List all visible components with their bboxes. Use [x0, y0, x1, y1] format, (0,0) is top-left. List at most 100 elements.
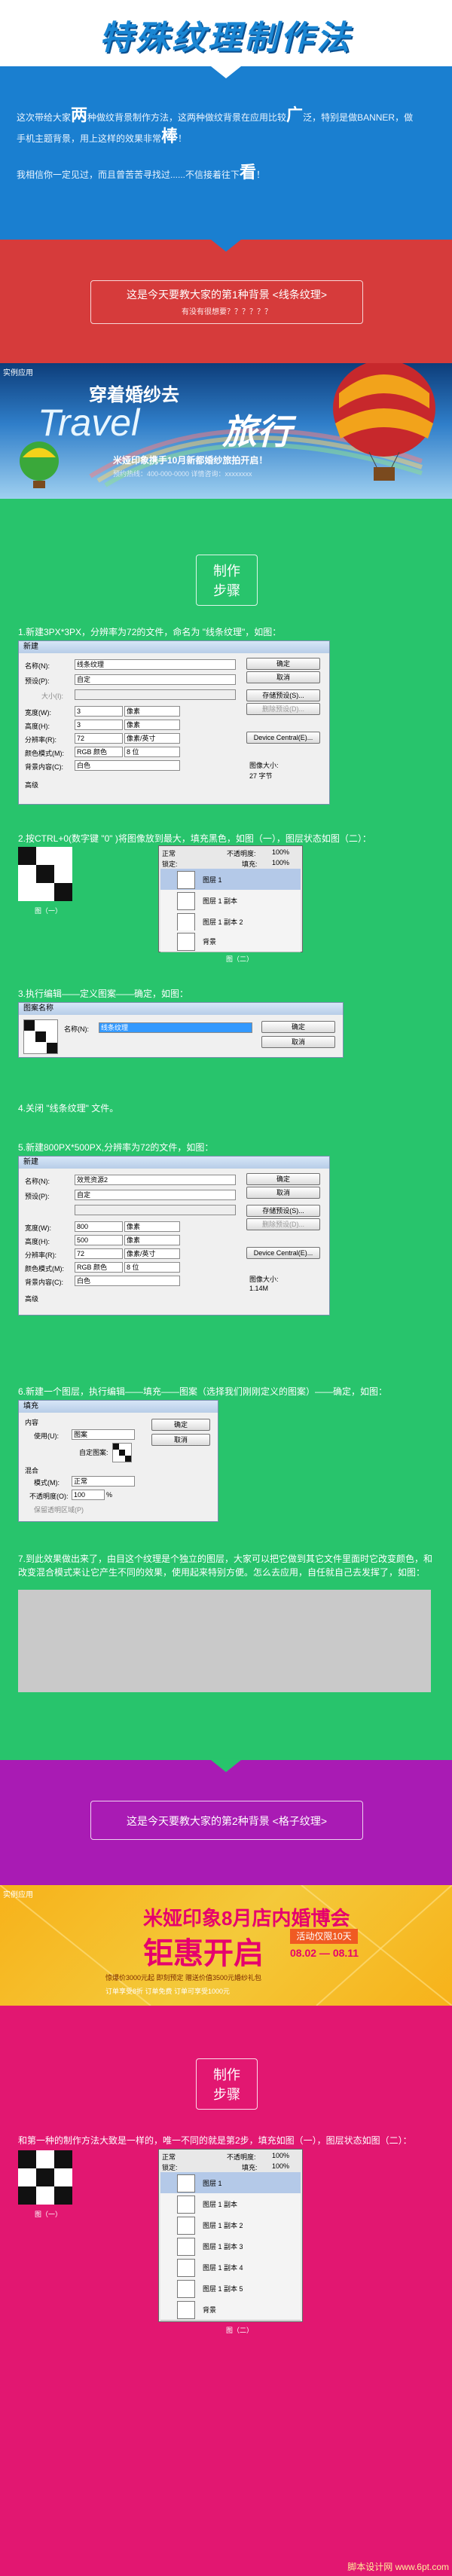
height-unit[interactable]: 像素	[124, 720, 180, 730]
layer-row[interactable]: 图层 1 副本	[160, 890, 301, 912]
intro-section: 这次带给大家两种做纹背景制作方法，这两种做纹背景在应用比较广泛，特别是做BANN…	[0, 66, 452, 240]
banner2-dates: 08.02 — 08.11	[290, 1947, 359, 1959]
ok-button[interactable]: 确定	[151, 1419, 210, 1431]
save-preset-button[interactable]: 存储预设(S)...	[246, 1205, 320, 1217]
layer-row[interactable]: 图层 1	[160, 869, 301, 891]
banner1-c5: 预约热线：400-000-0000 详情咨询：xxxxxxxx	[113, 470, 252, 478]
fig1-pixel-canvas	[18, 847, 72, 901]
bits-select[interactable]: 8 位	[124, 1262, 180, 1273]
advanced-toggle[interactable]: 高级	[25, 780, 38, 790]
height-input[interactable]: 500	[75, 1235, 123, 1245]
name-input[interactable]: 线条纹理	[75, 659, 236, 670]
intro-line-1: 这次带给大家两种做纹背景制作方法，这两种做纹背景在应用比较广泛，特别是做BANN…	[17, 105, 414, 124]
bits-select[interactable]: 8 位	[124, 747, 180, 757]
size-select[interactable]	[75, 689, 236, 700]
cancel-button[interactable]: 取消	[246, 671, 320, 683]
width-input[interactable]: 800	[75, 1221, 123, 1232]
intro-line-3: 我相信你一定见过，而且曾苦苦寻找过......不信接着往下看！	[17, 163, 266, 182]
mode-select[interactable]: RGB 颜色	[75, 747, 123, 757]
layer-row[interactable]: 背景	[160, 930, 301, 952]
cancel-button[interactable]: 取消	[261, 1036, 335, 1048]
preset-select[interactable]: 自定	[75, 674, 236, 685]
preserve-transparency-checkbox[interactable]: 保留透明区域(P)	[34, 1505, 84, 1514]
section1-line2: 有没有很想要？？？？？？	[182, 308, 272, 316]
ok-button[interactable]: 确定	[261, 1021, 335, 1033]
banner-wedding-expo: 实例应用 米娅印象8月店内婚博会 钜惠开启 活动仅限10天 08.02 — 08…	[0, 1885, 452, 2006]
new-dialog-2: 新建 名称(N): 效荒资源2 预设(P): 自定 宽度(W): 800 像素 …	[18, 1156, 330, 1316]
delete-preset-button[interactable]: 删除预设(D)...	[246, 1218, 320, 1230]
banner1-lvxing: 旅行	[222, 412, 292, 451]
step-5: 5.新建800PX*500PX,分辨率为72的文件，如图：	[18, 1142, 214, 1153]
steps-section: 制作 步骤 1.新建3PX*3PX，分辨率为72的文件，命名为 "线条纹理"，如…	[0, 499, 452, 1760]
step-7: 7.到此效果做出来了，由目这个纹理是个独立的图层，大家可以把它做到其它文件里面时…	[18, 1554, 433, 1578]
res-unit[interactable]: 像素/英寸	[124, 1248, 180, 1259]
dialog1-title: 新建	[19, 641, 329, 653]
section1-line1: 这是今天要教大家的第1种背景 <线条纹理>	[126, 289, 328, 301]
size-select[interactable]	[75, 1205, 236, 1215]
res-unit[interactable]: 像素/英寸	[124, 733, 180, 744]
pattern-name-dialog: 图案名称 名称(N): 线条纹理 确定 取消	[18, 1002, 344, 1058]
layer-row[interactable]: 图层 1	[160, 2172, 301, 2194]
step-1: 1.新建3PX*3PX，分辨率为72的文件，命名为 "线条纹理"，如图：	[18, 627, 282, 637]
height-input[interactable]: 3	[75, 720, 123, 730]
purple-notch	[211, 1760, 241, 1772]
layer-row[interactable]: 图层 1 副本 4	[160, 2257, 301, 2278]
banner2-tag: 实例应用	[3, 1891, 33, 1899]
new-dialog-1: 新建 名称(N): 线条纹理 预设(P): 自定 大小(I): 宽度(W): 3…	[18, 640, 330, 805]
layer-row[interactable]: 图层 1 副本 2	[160, 2214, 301, 2236]
preset-select[interactable]: 自定	[75, 1190, 236, 1200]
fig1-caption: 图（一）	[35, 907, 63, 915]
step-2: 2.按CTRL+0(数字键 "0" )将图像放到最大，填充黑色，如图（一），图层…	[18, 833, 371, 844]
cancel-button[interactable]: 取消	[151, 1434, 210, 1446]
section2-line1: 这是今天要教大家的第2种背景 <格子纹理>	[126, 1815, 328, 1827]
watermark: 脚本设计网 www.6pt.com	[347, 2562, 449, 2572]
device-central-button[interactable]: Device Central(E)...	[246, 732, 320, 744]
delete-preset-button[interactable]: 删除预设(D)...	[246, 703, 320, 715]
fill-use-select[interactable]: 图案	[72, 1429, 135, 1440]
layer-row[interactable]: 图层 1 副本	[160, 2193, 301, 2215]
layer-row[interactable]: 背景	[160, 2299, 301, 2321]
res-input[interactable]: 72	[75, 733, 123, 744]
pattern-thumb	[23, 1019, 58, 1054]
red-notch	[211, 240, 241, 252]
res-input[interactable]: 72	[75, 1248, 123, 1259]
section2-band: 这是今天要教大家的第2种背景 <格子纹理>	[0, 1760, 452, 1885]
bg-select[interactable]: 白色	[75, 760, 180, 771]
advanced-toggle[interactable]: 高级	[25, 1294, 38, 1303]
save-preset-button[interactable]: 存储预设(S)...	[246, 689, 320, 701]
step-4: 4.关闭 "线条纹理" 文件。	[18, 1103, 119, 1114]
banner2-badge: 活动仅限10天	[290, 1929, 358, 1944]
section1-box: 这是今天要教大家的第1种背景 <线条纹理> 有没有很想要？？？？？？	[90, 280, 363, 324]
name-input[interactable]: 效荒资源2	[75, 1175, 236, 1185]
custom-pattern-swatch[interactable]	[112, 1443, 132, 1462]
banner2-sub1: 惊爆价3000元起 即刻预定 赠送价值3500元婚纱礼包	[105, 1974, 262, 1982]
banner1-c4: 米娅印象携手10月新都婚纱旅拍开启！	[113, 455, 268, 466]
mode-select[interactable]: RGB 颜色	[75, 1262, 123, 1273]
pink-fig1-caption: 图（一）	[35, 2211, 63, 2218]
step-3: 3.执行编辑——定义图案——确定，如图：	[18, 989, 189, 999]
cancel-button[interactable]: 取消	[246, 1187, 320, 1199]
title-section: 特殊纹理制作法	[0, 0, 452, 66]
height-unit[interactable]: 像素	[124, 1235, 180, 1245]
bg-select[interactable]: 白色	[75, 1276, 180, 1286]
width-unit[interactable]: 像素	[124, 1221, 180, 1232]
layer-row[interactable]: 图层 1 副本 2	[160, 911, 301, 933]
banner1-travel: Travel	[38, 402, 140, 444]
steps2-section: 制作 步骤 和第一种的制作方法大致是一样的，唯一不同的就是第2步，填充如图（一）…	[0, 2006, 452, 2576]
banner2-sub2: 订单享受8折 订单免费 订单可享受1000元	[105, 1988, 231, 1995]
checker-canvas	[18, 2150, 72, 2205]
fill-mode-select[interactable]: 正常	[72, 1476, 135, 1487]
layer-row[interactable]: 图层 1 副本 5	[160, 2278, 301, 2299]
pattern-name-input[interactable]: 线条纹理	[99, 1022, 252, 1033]
steps2-title-box: 制作 步骤	[196, 2058, 258, 2110]
layer-row[interactable]: 图层 1 副本 3	[160, 2235, 301, 2257]
intro-line-2: 手机主题背景，用上这样的效果非常棒！	[17, 127, 188, 145]
layers-panel-1: 正常 不透明度: 100% 锁定: 填充: 100% 图层 1 图层 1 副本 …	[158, 845, 303, 952]
width-unit[interactable]: 像素	[124, 706, 180, 717]
width-input[interactable]: 3	[75, 706, 123, 717]
fill-opacity-input[interactable]: 100	[72, 1490, 105, 1500]
step-6: 6.新建一个图层，执行编辑——填充——图案（选择我们刚刚定义的图案）——确定，如…	[18, 1386, 388, 1397]
ok-button[interactable]: 确定	[246, 658, 320, 670]
ok-button[interactable]: 确定	[246, 1173, 320, 1185]
device-central-button[interactable]: Device Central(E)...	[246, 1247, 320, 1259]
